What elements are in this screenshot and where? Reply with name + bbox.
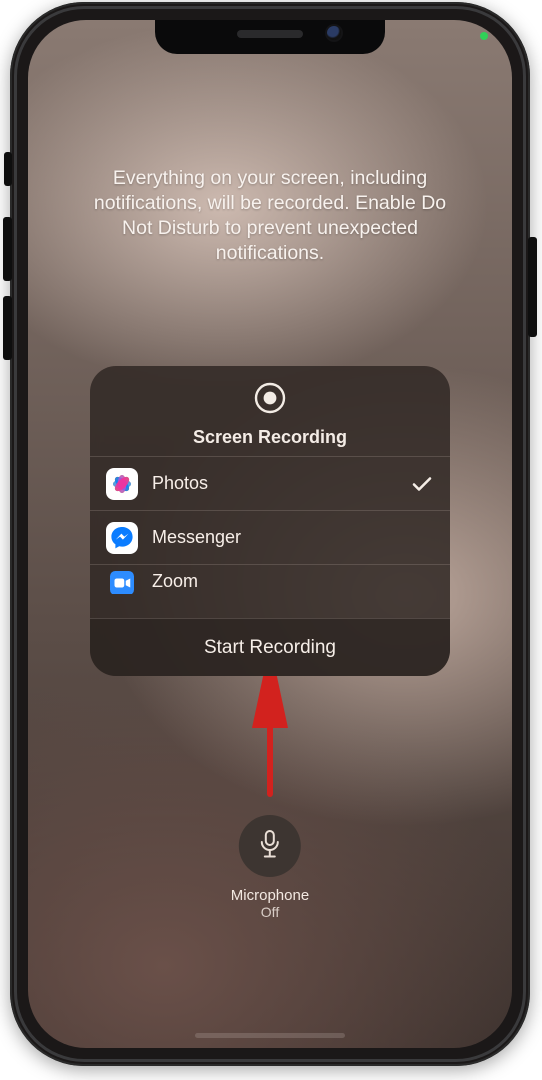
microphone-state: Off (231, 904, 309, 920)
checkmark-icon (410, 472, 434, 496)
app-row-zoom[interactable]: Zoom (90, 564, 450, 594)
app-row-label: Zoom (152, 571, 434, 592)
destination-app-list[interactable]: Photos Messenger (90, 456, 450, 594)
home-indicator[interactable] (195, 1033, 345, 1038)
screen: Everything on your screen, including not… (28, 20, 512, 1048)
microphone-icon (257, 829, 283, 864)
microphone-control: Microphone Off (231, 815, 309, 920)
start-recording-label: Start Recording (204, 637, 336, 659)
messenger-app-icon (106, 522, 138, 554)
microphone-toggle-button[interactable] (239, 815, 301, 877)
panel-title: Screen Recording (90, 427, 450, 448)
ring-silent-switch (4, 152, 12, 186)
speaker-grille (237, 30, 303, 38)
app-row-photos[interactable]: Photos (90, 456, 450, 510)
iphone-frame: Everything on your screen, including not… (10, 2, 530, 1066)
app-row-messenger[interactable]: Messenger (90, 510, 450, 564)
screen-recording-panel: Screen Recording (90, 366, 450, 676)
start-recording-button[interactable]: Start Recording (90, 618, 450, 676)
front-camera (327, 26, 341, 40)
panel-header: Screen Recording (90, 366, 450, 456)
annotation-arrow-icon (245, 676, 295, 798)
screen-recording-helper-text: Everything on your screen, including not… (78, 166, 462, 266)
notch (155, 20, 385, 54)
microphone-label: Microphone (231, 887, 309, 904)
app-row-label: Messenger (152, 527, 434, 548)
photos-app-icon (106, 468, 138, 500)
record-icon (252, 380, 288, 416)
zoom-app-icon (106, 571, 138, 594)
app-row-label: Photos (152, 473, 396, 494)
side-button (528, 237, 537, 337)
volume-down-button (3, 296, 12, 360)
volume-up-button (3, 217, 12, 281)
recording-indicator-dot-icon (480, 32, 488, 40)
